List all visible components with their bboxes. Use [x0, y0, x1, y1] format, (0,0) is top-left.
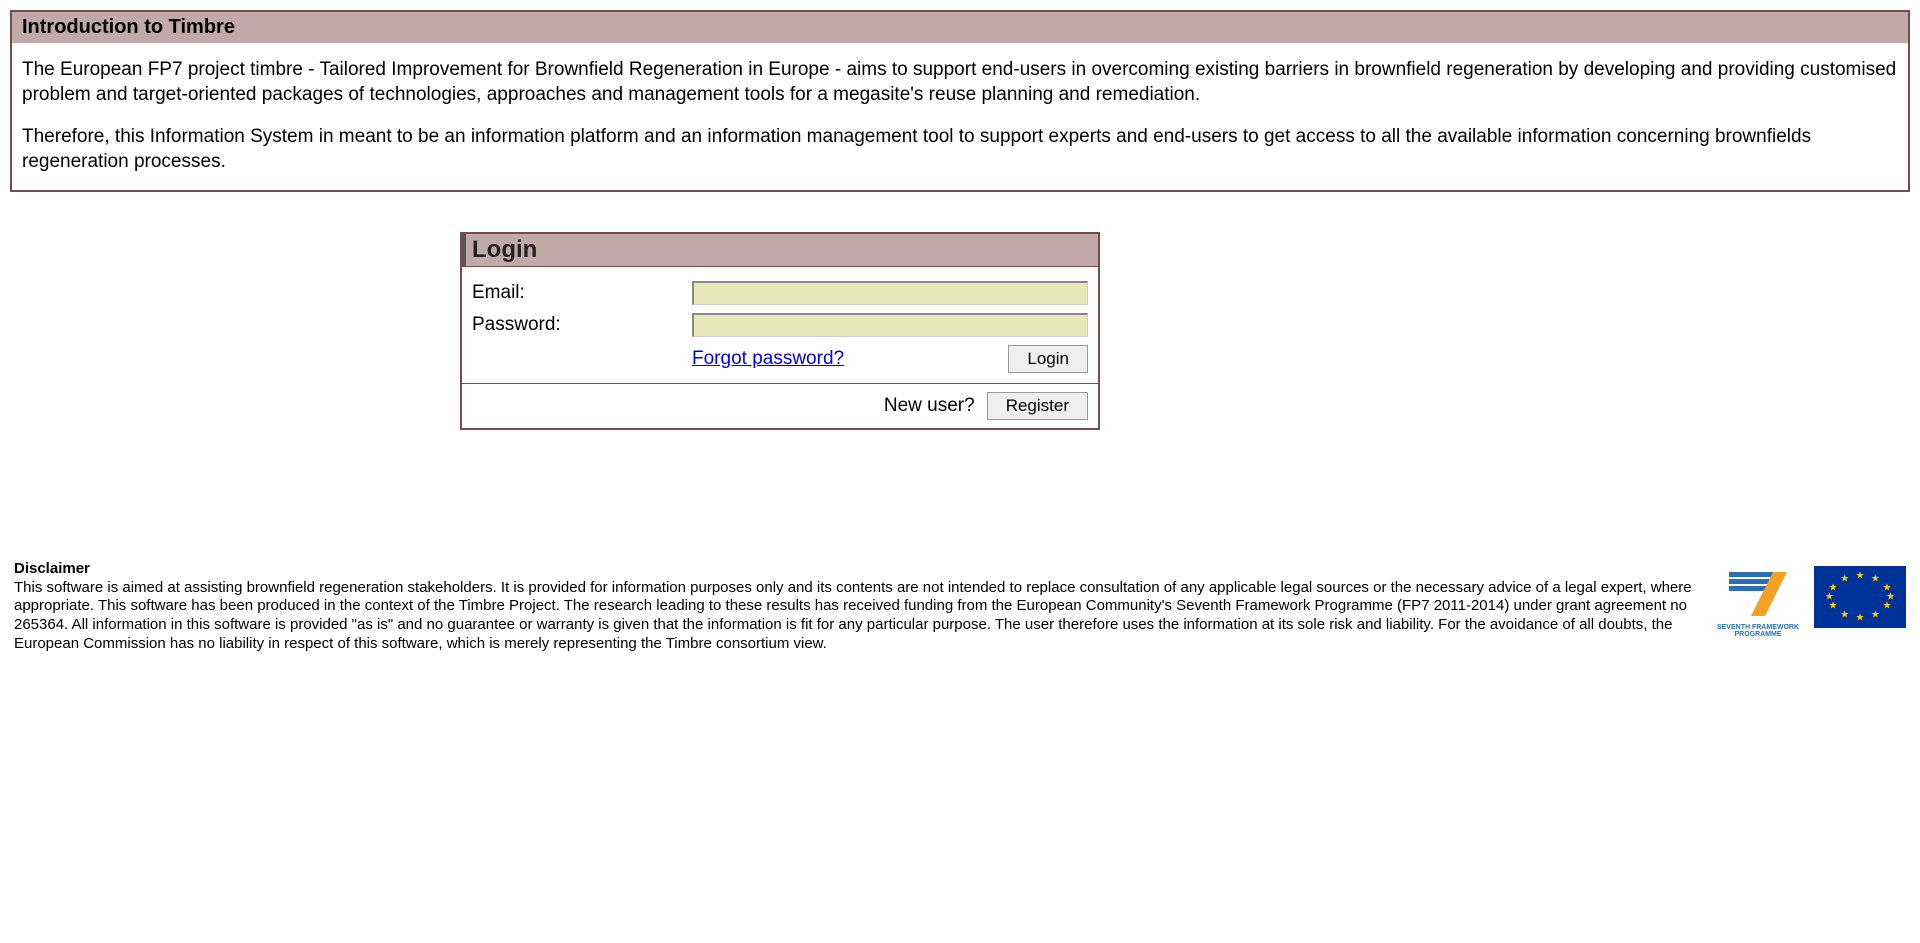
disclaimer-title: Disclaimer — [14, 560, 1698, 579]
disclaimer-text: This software is aimed at assisting brow… — [14, 579, 1692, 652]
intro-paragraph-1: The European FP7 project timbre - Tailor… — [22, 58, 1898, 107]
disclaimer: Disclaimer This software is aimed at ass… — [14, 560, 1698, 654]
login-form: Email: Password: Forgot password? Login — [462, 267, 1098, 384]
intro-body: The European FP7 project timbre - Tailor… — [12, 43, 1908, 190]
forgot-password-link[interactable]: Forgot password? — [692, 348, 844, 370]
intro-panel: Introduction to Timbre The European FP7 … — [10, 10, 1910, 192]
email-input[interactable] — [692, 281, 1088, 305]
login-row-password: Password: — [472, 313, 1088, 337]
password-label: Password: — [472, 314, 692, 336]
intro-title: Introduction to Timbre — [12, 12, 1908, 43]
intro-paragraph-2: Therefore, this Information System in me… — [22, 125, 1898, 174]
fp7-logo-icon: SEVENTH FRAMEWORK PROGRAMME — [1710, 566, 1806, 638]
footer: Disclaimer This software is aimed at ass… — [10, 560, 1910, 654]
fp7-label: SEVENTH FRAMEWORK PROGRAMME — [1710, 624, 1806, 638]
password-input[interactable] — [692, 313, 1088, 337]
login-button[interactable]: Login — [1008, 345, 1088, 373]
login-row-email: Email: — [472, 281, 1088, 305]
login-panel: Login Email: Password: Forgot password? … — [460, 232, 1100, 430]
logos: SEVENTH FRAMEWORK PROGRAMME ★ ★ ★ ★ ★ ★ … — [1710, 560, 1906, 638]
login-wrapper: Login Email: Password: Forgot password? … — [10, 232, 1910, 430]
eu-flag-icon: ★ ★ ★ ★ ★ ★ ★ ★ ★ ★ ★ ★ — [1814, 566, 1906, 628]
email-label: Email: — [472, 282, 692, 304]
register-row: New user? Register — [462, 384, 1098, 428]
register-button[interactable]: Register — [987, 392, 1088, 420]
new-user-text: New user? — [884, 395, 975, 417]
login-action-row: Forgot password? Login — [472, 345, 1088, 373]
login-title: Login — [462, 234, 1098, 267]
